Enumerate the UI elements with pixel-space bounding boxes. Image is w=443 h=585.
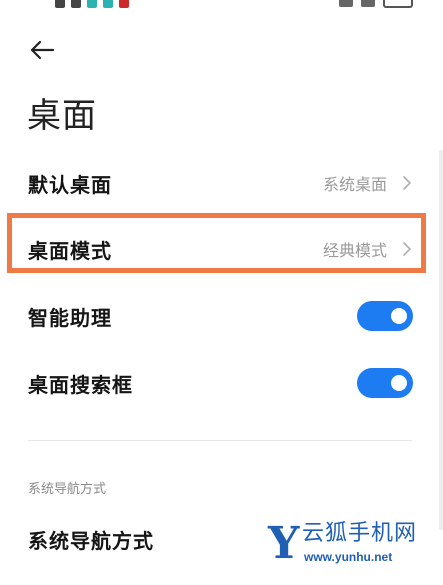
setting-value: 系统桌面	[322, 175, 387, 194]
toggle-knob	[391, 375, 407, 391]
toggle-knob	[391, 308, 407, 324]
status-icons-left	[55, 0, 129, 8]
section-header: 系统导航方式	[28, 482, 107, 497]
watermark-url: www.yunhu.net	[304, 550, 393, 564]
setting-label: 智能助理	[28, 305, 112, 330]
divider	[28, 440, 412, 441]
wifi-icon	[361, 0, 375, 7]
app-notification-icon	[87, 0, 97, 8]
notification-icon	[55, 0, 65, 8]
battery-icon	[383, 0, 413, 8]
setting-label: 系统导航方式	[28, 528, 154, 553]
app-notification-icon	[119, 0, 129, 8]
setting-desktop-search-box: 桌面搜索框	[0, 350, 443, 416]
app-notification-icon	[103, 0, 113, 8]
watermark-name: 云狐手机网	[302, 521, 418, 546]
chevron-right-icon	[403, 176, 411, 190]
watermark: Y 云狐手机网 www.yunhu.net	[268, 520, 438, 570]
smart-assistant-toggle[interactable]	[357, 301, 413, 331]
page-title: 桌面	[27, 96, 97, 136]
setting-smart-assistant: 智能助理	[0, 283, 443, 349]
status-bar	[0, 0, 443, 18]
desktop-search-toggle[interactable]	[357, 368, 413, 398]
notification-icon	[71, 0, 81, 8]
setting-label: 桌面搜索框	[28, 372, 133, 397]
setting-label: 默认桌面	[28, 172, 112, 197]
watermark-logo-icon: Y	[268, 518, 300, 569]
highlight-box	[7, 213, 426, 273]
arrow-left-icon	[30, 40, 55, 60]
status-icons-right	[339, 0, 413, 8]
signal-icon	[339, 0, 353, 7]
setting-default-desktop[interactable]: 默认桌面 系统桌面	[0, 150, 443, 216]
back-button[interactable]	[24, 34, 60, 66]
